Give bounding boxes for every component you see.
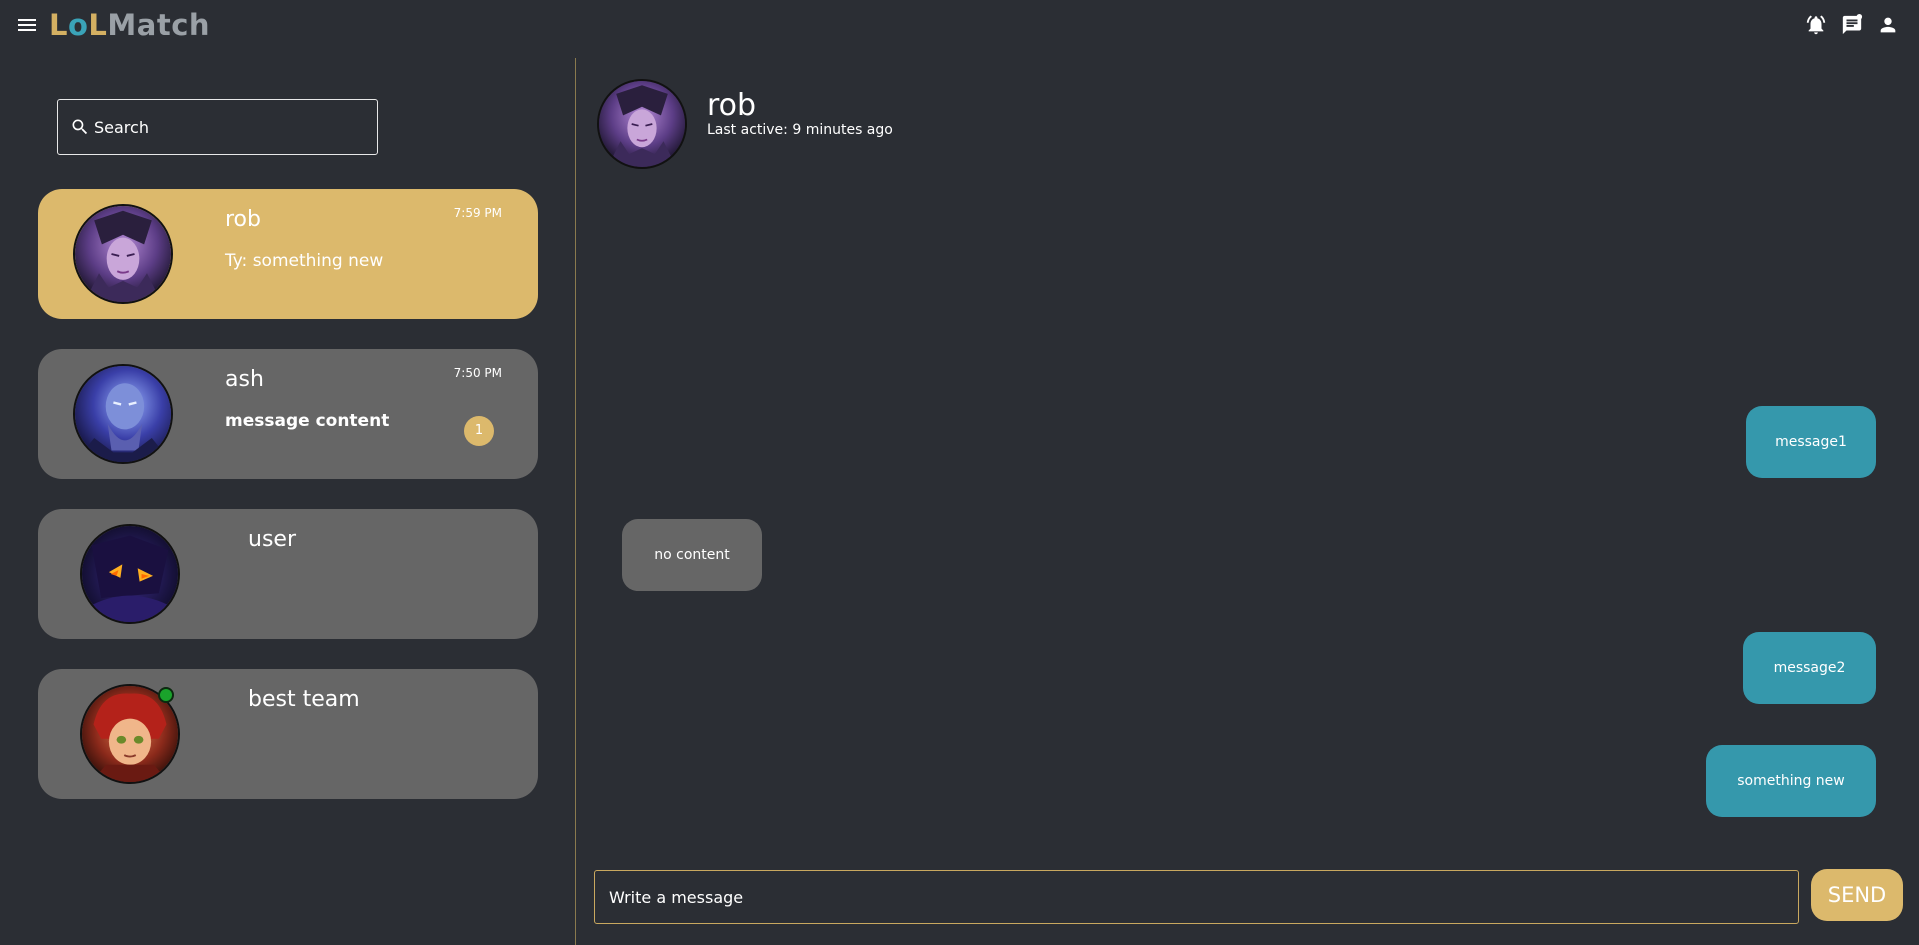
logo-letter: o bbox=[67, 8, 89, 42]
message-text: something new bbox=[1737, 773, 1845, 789]
unread-badge: 1 bbox=[464, 416, 494, 446]
top-actions bbox=[1805, 14, 1899, 36]
conversation-preview: message content bbox=[225, 411, 390, 431]
message-bubble: message2 bbox=[1743, 632, 1876, 704]
online-status-indicator bbox=[158, 687, 174, 703]
conversation-item-ash[interactable]: ash 7:50 PM message content 1 bbox=[38, 349, 538, 479]
messages-icon[interactable] bbox=[1841, 14, 1863, 36]
conversation-name: ash bbox=[225, 367, 264, 392]
chat-last-active: Last active: 9 minutes ago bbox=[707, 122, 893, 138]
avatar bbox=[80, 524, 180, 624]
message-text: no content bbox=[654, 547, 730, 563]
top-app-bar: LoLMatch bbox=[0, 0, 1919, 54]
message-bubble: message1 bbox=[1746, 406, 1876, 478]
conversation-item-rob[interactable]: rob 7:59 PM Ty: something new bbox=[38, 189, 538, 319]
conversation-time: 7:59 PM bbox=[453, 206, 502, 220]
logo-letter: L bbox=[88, 8, 108, 42]
chat-avatar[interactable] bbox=[597, 79, 687, 169]
conversation-item-best-team[interactable]: best team bbox=[38, 669, 538, 799]
conversation-time: 7:50 PM bbox=[453, 366, 502, 380]
search-input[interactable] bbox=[94, 117, 364, 137]
avatar bbox=[73, 364, 173, 464]
chat-contact-name: rob bbox=[707, 88, 757, 123]
conversation-name: rob bbox=[225, 207, 261, 232]
avatar bbox=[73, 204, 173, 304]
conversation-name: user bbox=[248, 527, 296, 552]
search-box[interactable] bbox=[57, 99, 378, 155]
message-input[interactable] bbox=[609, 887, 1779, 907]
message-text: message2 bbox=[1773, 660, 1846, 676]
conversation-sidebar: rob 7:59 PM Ty: something new ash 7:50 P… bbox=[0, 58, 576, 945]
message-composer bbox=[594, 870, 1799, 924]
logo-letter: L bbox=[49, 8, 68, 42]
logo-word: Match bbox=[107, 8, 211, 42]
account-icon[interactable] bbox=[1877, 14, 1899, 36]
conversation-item-user[interactable]: user bbox=[38, 509, 538, 639]
message-text: message1 bbox=[1775, 434, 1847, 450]
send-button[interactable]: SEND bbox=[1811, 869, 1903, 921]
menu-icon[interactable] bbox=[16, 16, 38, 36]
message-bubble: something new bbox=[1706, 745, 1876, 817]
conversation-name: best team bbox=[248, 687, 360, 712]
chat-panel: rob Last active: 9 minutes ago message1 … bbox=[577, 58, 1919, 945]
search-icon bbox=[72, 119, 88, 135]
message-bubble: no content bbox=[622, 519, 762, 591]
conversation-preview: Ty: something new bbox=[225, 251, 384, 271]
notifications-icon[interactable] bbox=[1805, 14, 1827, 36]
app-logo[interactable]: LoLMatch bbox=[49, 8, 210, 42]
